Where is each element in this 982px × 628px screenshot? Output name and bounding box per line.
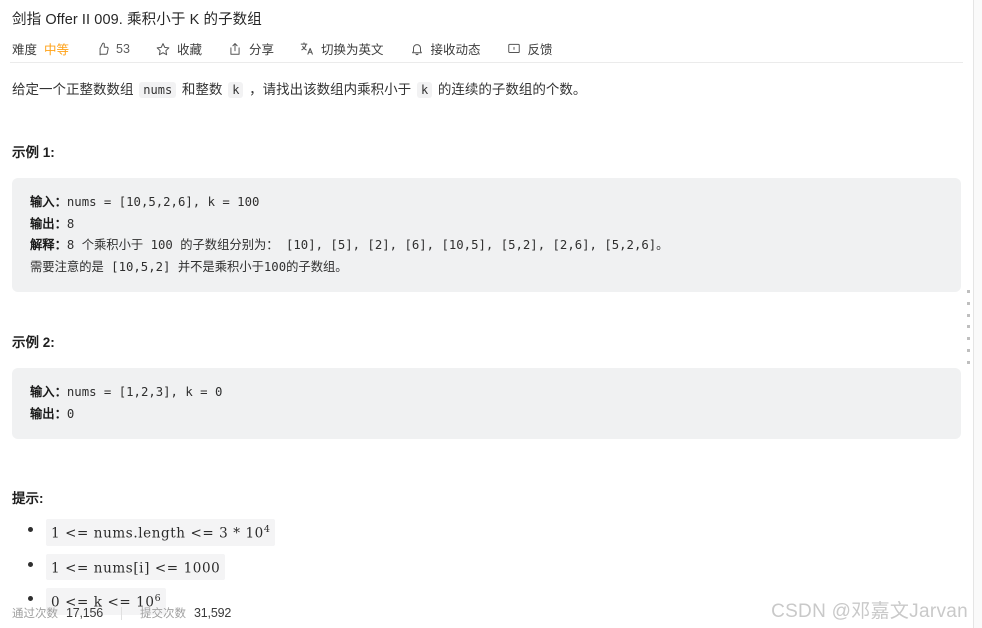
example-2-block: 输入：nums = [1,2,3], k = 0 输出：0 [12,368,961,439]
inline-code-k-1: k [228,82,244,98]
handle-dot [966,290,970,293]
like-button[interactable]: 53 [95,41,130,56]
submissions-value: 31,592 [194,606,232,620]
handle-dot [966,337,970,341]
inline-code-k-2: k [416,82,433,98]
constraint-item: 1 <= nums[i] <= 1000 [28,553,961,580]
problem-page: 剑指 Offer II 009. 乘积小于 K 的子数组 难度 中等 53 收藏… [0,0,982,628]
share-label: 分享 [248,43,274,57]
subscribe-label: 接收动态 [430,43,481,57]
example-2-input-label: 输入： [30,385,67,399]
constraint-expression: 1 <= nums[i] <= 1000 [46,553,226,580]
thumbs-up-icon [95,41,110,56]
submissions-stat: 提交次数 31,592 [140,605,231,621]
feedback-label: 反馈 [527,43,553,57]
problem-stats: 通过次数 17,156 提交次数 31,592 [12,605,231,621]
problem-body: 给定一个正整数数组 nums 和整数 k ，请找出该数组内乘积小于 k 的连续的… [0,62,973,628]
translate-label: 切换为英文 [320,43,384,57]
handle-dot [966,301,970,305]
like-count: 53 [116,41,130,56]
accepted-value: 17,156 [66,606,104,620]
accepted-stat: 通过次数 17,156 [12,605,103,621]
feedback-button[interactable]: 反馈 [507,39,553,58]
difficulty-indicator: 难度 中等 [12,39,69,58]
bell-icon [409,41,424,56]
difficulty-label: 难度 [12,43,38,57]
example-1-explain-label: 解释： [30,238,67,252]
constraint-exponent: 4 [263,524,270,535]
constraint-exponent: 6 [154,593,161,604]
share-button[interactable]: 分享 [228,39,274,58]
example-1-block: 输入：nums = [10,5,2,6], k = 100 输出：8 解释：8 … [12,178,961,292]
problem-description: 给定一个正整数数组 nums 和整数 k ，请找出该数组内乘积小于 k 的连续的… [12,78,961,102]
desc-part-1: 给定一个正整数数组 [12,82,138,97]
example-1-heading: 示例 1: [12,145,55,160]
handle-dot [966,349,970,353]
example-2-input-value: nums = [1,2,3], k = 0 [66,385,223,399]
translate-icon [300,41,315,56]
example-2-heading: 示例 2: [12,335,55,350]
constraint-expression-text: 1 <= nums.length <= 3 * 10 [51,525,264,542]
star-icon [156,41,171,56]
example-2-output-label: 输出： [30,406,67,421]
accepted-label: 通过次数 [12,608,58,620]
desc-part-3: ，请找出该数组内乘积小于 [245,82,415,97]
submissions-label: 提交次数 [140,608,187,620]
desc-part-4: 的连续的子数组的个数。 [434,82,587,97]
inline-code-nums: nums [139,82,177,98]
example-1-output-label: 输出： [30,216,67,231]
example-2-output-value: 0 [66,406,75,421]
subscribe-button[interactable]: 接收动态 [409,39,481,58]
panel-gutter [974,0,982,628]
constraint-expression: 1 <= nums.length <= 3 * 104 [46,519,275,546]
constraint-item: 1 <= nums.length <= 3 * 104 [28,519,961,546]
problem-content-pane: 剑指 Offer II 009. 乘积小于 K 的子数组 难度 中等 53 收藏… [0,0,973,628]
panel-resize-handle[interactable] [966,290,970,364]
page-title: 剑指 Offer II 009. 乘积小于 K 的子数组 [12,12,262,28]
example-1-output-value: 8 [66,216,75,231]
favorite-label: 收藏 [176,43,202,57]
difficulty-value: 中等 [44,43,70,57]
handle-dot [966,325,970,329]
example-1-explain-value: 8 个乘积小于 100 的子数组分别为： [10], [5], [2], [6]… [30,238,669,274]
share-icon [228,41,243,56]
handle-dot [966,313,970,317]
constraints-heading: 提示: [12,491,44,506]
csdn-watermark: CSDN @邓嘉文Jarvan [771,601,968,622]
favorite-button[interactable]: 收藏 [156,39,202,58]
example-1-input-label: 输入： [30,195,67,209]
handle-dot [966,360,970,364]
desc-part-2: 和整数 [178,82,227,97]
constraint-expression-text: 1 <= nums[i] <= 1000 [51,560,221,576]
translate-button[interactable]: 切换为英文 [300,39,384,58]
stats-divider [121,606,123,620]
example-1-input-value: nums = [10,5,2,6], k = 100 [66,195,260,209]
comment-icon [507,41,522,56]
